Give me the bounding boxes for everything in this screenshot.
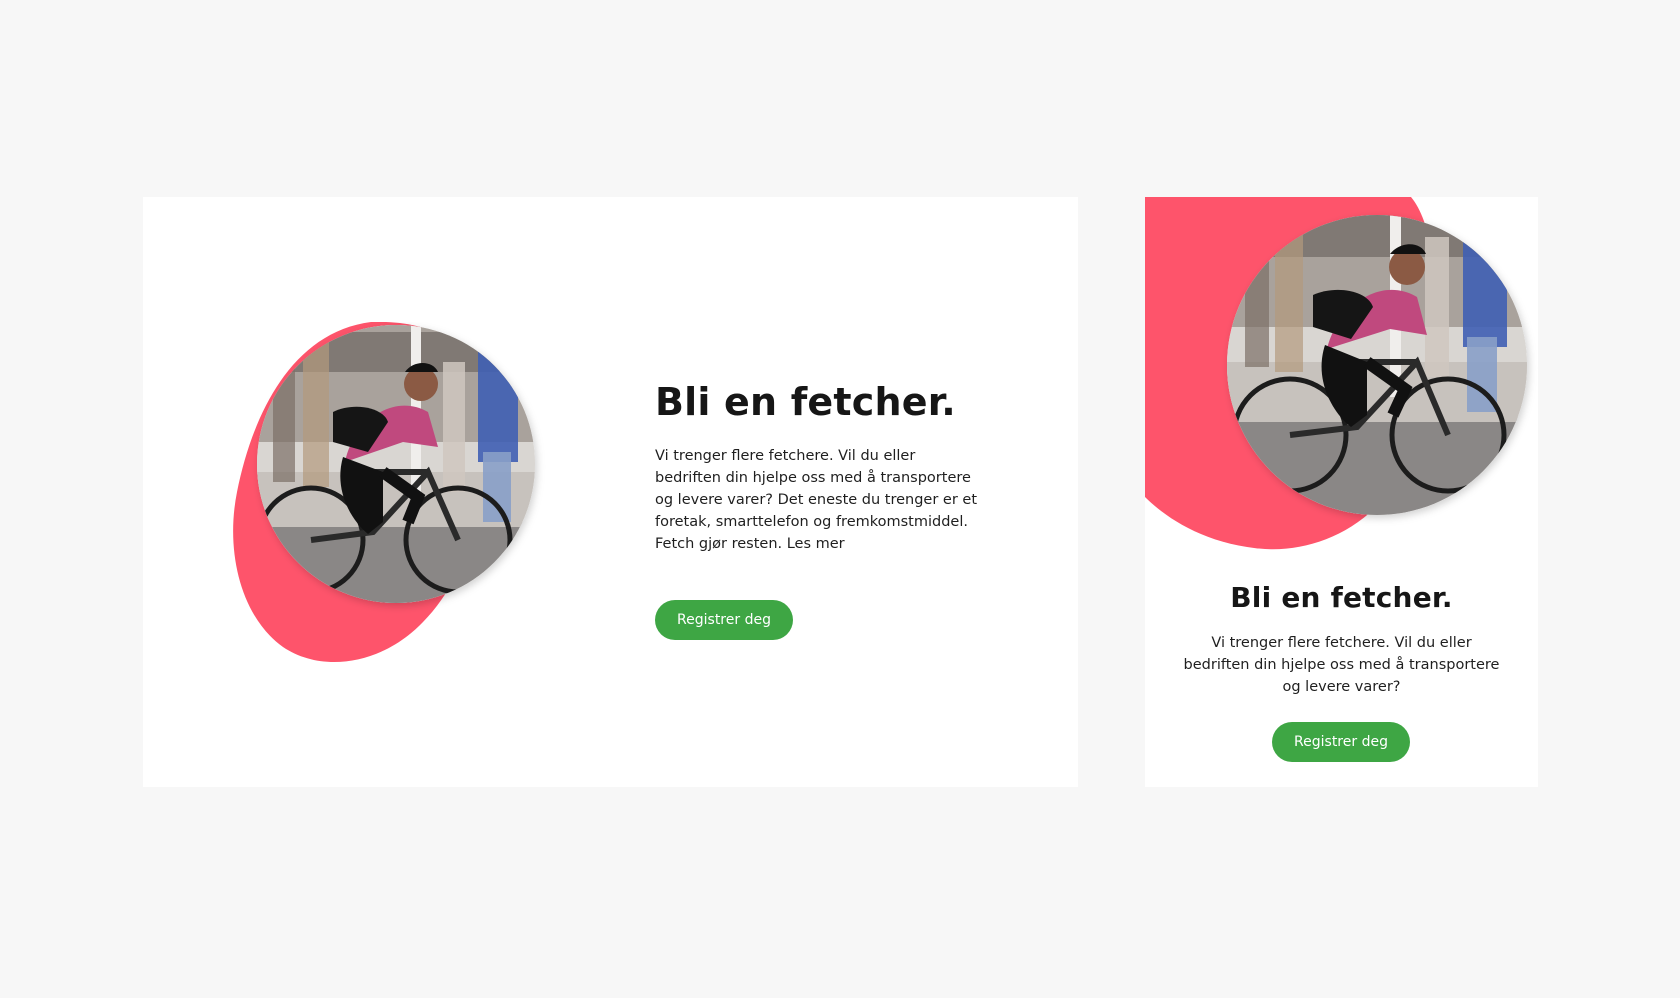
card-title: Bli en fetcher. — [655, 380, 956, 424]
card-description: Vi trenger flere fetchere. Vil du eller … — [1183, 635, 1500, 695]
cyclist-image — [233, 322, 535, 663]
hero-illustration — [1145, 197, 1538, 552]
hero-illustration — [233, 322, 573, 667]
mobile-signup-card: Bli en fetcher. Vi trenger flere fetcher… — [1145, 197, 1538, 787]
card-title: Bli en fetcher. — [1230, 581, 1453, 614]
register-button[interactable]: Registrer deg — [1272, 722, 1410, 762]
cyclist-image — [1145, 197, 1527, 550]
card-description: Vi trenger flere fetchere. Vil du eller … — [655, 448, 978, 552]
desktop-signup-card: Bli en fetcher. Vi trenger flere fetcher… — [143, 197, 1078, 787]
register-button[interactable]: Registrer deg — [655, 600, 793, 640]
